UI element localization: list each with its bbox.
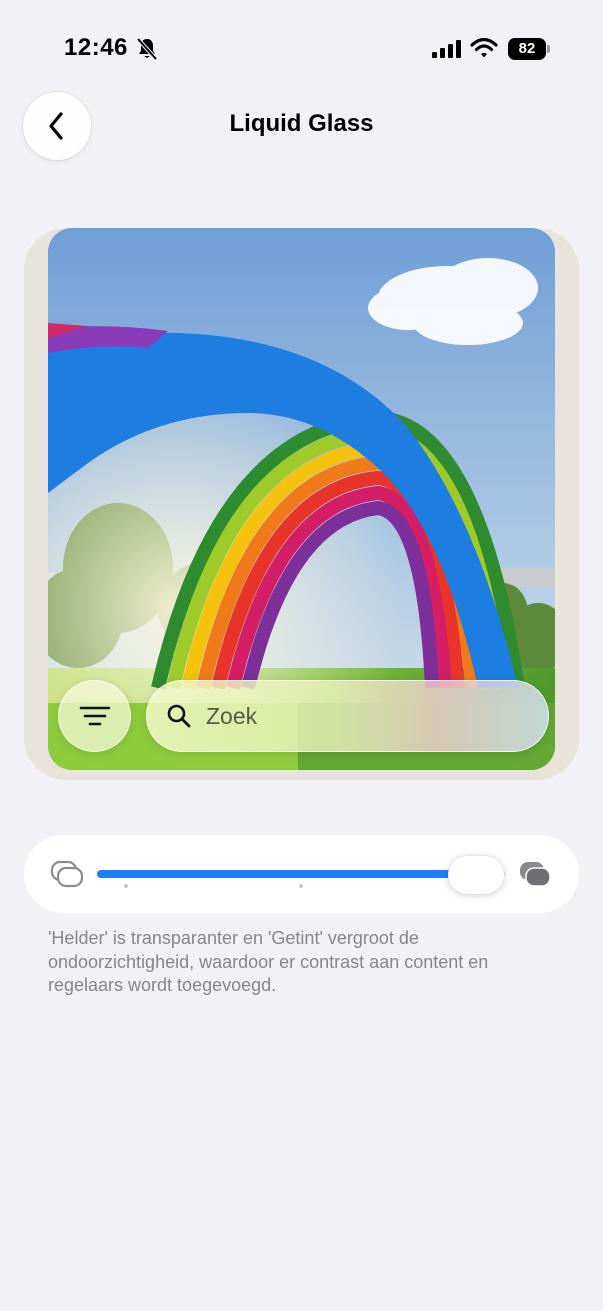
- bell-muted-icon: [136, 37, 158, 61]
- tinted-glass-icon: [520, 862, 551, 887]
- battery-tip: [547, 45, 550, 53]
- clear-glass-icon: [50, 860, 84, 888]
- status-bar: 12:46 82: [0, 0, 603, 96]
- slider-tick: [299, 884, 303, 888]
- wifi-icon: [470, 37, 498, 58]
- slider-fill: [97, 870, 477, 878]
- battery-icon: 82: [508, 38, 550, 60]
- search-field[interactable]: Zoek: [146, 680, 549, 752]
- battery-level: 82: [508, 38, 546, 60]
- status-time: 12:46: [64, 34, 128, 61]
- search-input[interactable]: Zoek: [206, 703, 257, 730]
- slider-tick: [123, 884, 128, 888]
- search-icon: [167, 704, 191, 728]
- slider-thumb[interactable]: [448, 856, 505, 894]
- page-title: Liquid Glass: [229, 110, 374, 137]
- filter-lines-icon: [79, 706, 110, 726]
- cellular-signal-icon: [432, 40, 461, 58]
- footnote-text: 'Helder' is transparanter en 'Getint' ve…: [48, 928, 489, 995]
- filter-menu-button[interactable]: [58, 680, 131, 752]
